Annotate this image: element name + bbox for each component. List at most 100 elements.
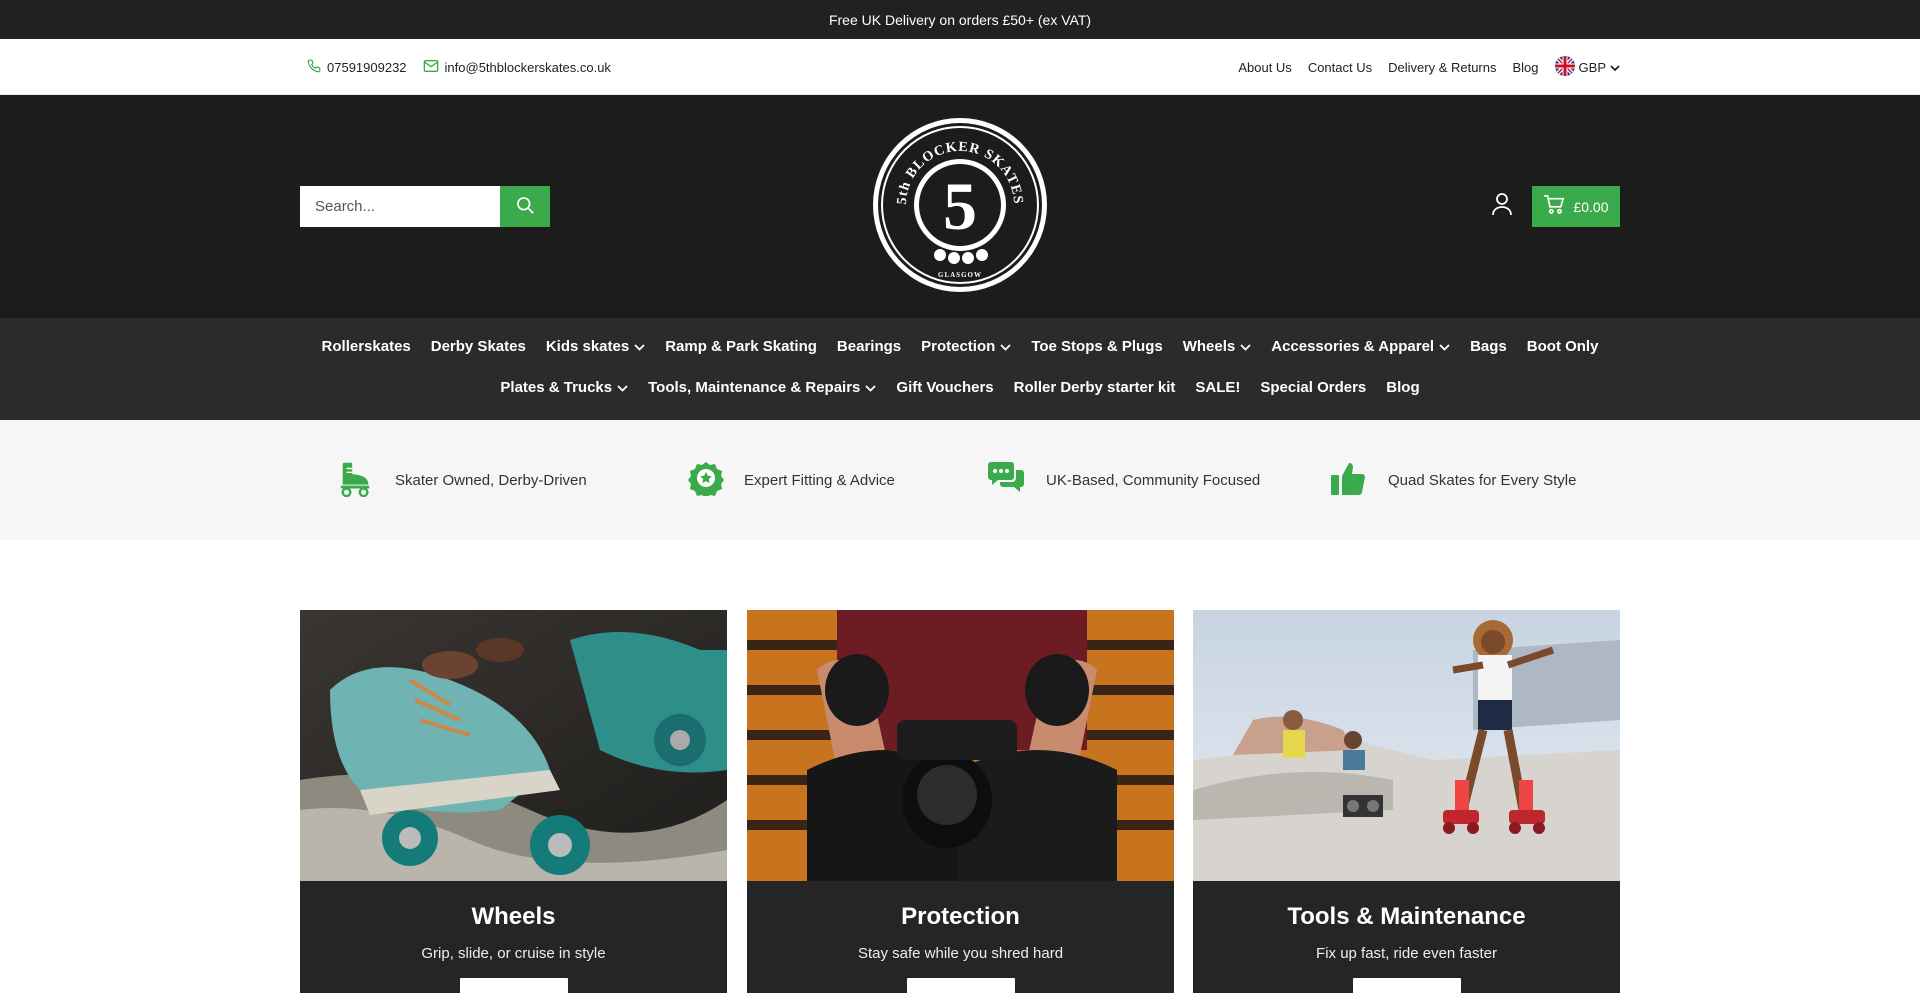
- shop-button[interactable]: [906, 978, 1015, 993]
- nav-item-gift-vouchers[interactable]: Gift Vouchers: [896, 379, 993, 396]
- svg-text:GLASGOW: GLASGOW: [938, 271, 982, 279]
- card-caption: Protection Stay safe while you shred har…: [747, 881, 1174, 993]
- nav-item-label: Special Orders: [1260, 379, 1367, 396]
- feature-text: Expert Fitting & Advice: [744, 471, 895, 489]
- category-card-wheels[interactable]: Wheels Grip, slide, or cruise in style: [300, 610, 727, 993]
- badge-star-icon: [688, 460, 724, 500]
- chevron-down-icon: [865, 379, 877, 396]
- nav-item-sale[interactable]: SALE!: [1195, 379, 1240, 396]
- announcement-bar: Free UK Delivery on orders £50+ (ex VAT): [0, 0, 1920, 39]
- nav-item-label: Toe Stops & Plugs: [1031, 338, 1163, 355]
- nav-item-tools-maintenance-repairs[interactable]: Tools, Maintenance & Repairs: [648, 379, 877, 396]
- nav-item-label: Accessories & Apparel: [1271, 338, 1435, 355]
- feature-item: Quad Skates for Every Style: [1330, 420, 1576, 540]
- nav-row-2: Plates & Trucks Tools, Maintenance & Repa…: [0, 379, 1920, 396]
- nav-item-label: Roller Derby starter kit: [1013, 379, 1176, 396]
- uk-flag-icon: [1554, 55, 1575, 79]
- card-title: Protection: [901, 903, 1020, 930]
- roller-skate-icon: [337, 459, 375, 501]
- phone-link[interactable]: 07591909232: [307, 59, 407, 76]
- chevron-down-icon: [634, 338, 645, 355]
- svg-text:5: 5: [943, 168, 977, 244]
- nav-item-special-orders[interactable]: Special Orders: [1260, 379, 1366, 396]
- search-icon: [515, 195, 535, 218]
- category-card-tools-maintenance[interactable]: Tools & Maintenance Fix up fast, ride ev…: [1193, 610, 1620, 993]
- nav-item-label: Bearings: [836, 338, 902, 355]
- main-header: 5th BLOCKER SKATES 5 GLASGOW £0.00: [0, 95, 1920, 318]
- main-nav: Rollerskates Derby Skates Kids skates Ramp …: [0, 318, 1920, 420]
- phone-icon: [307, 59, 321, 76]
- card-subtitle: Grip, slide, or cruise in style: [421, 945, 606, 962]
- account-button[interactable]: [1488, 191, 1516, 221]
- nav-item-roller-derby-starter-kit[interactable]: Roller Derby starter kit: [1014, 379, 1176, 396]
- delivery-returns-link[interactable]: Delivery & Returns: [1388, 60, 1496, 75]
- card-caption: Wheels Grip, slide, or cruise in style: [300, 881, 727, 993]
- phone-number: 07591909232: [327, 59, 407, 75]
- contact-us-link[interactable]: Contact Us: [1308, 60, 1372, 75]
- feature-item: Skater Owned, Derby-Driven: [337, 420, 587, 540]
- card-subtitle: Fix up fast, ride even faster: [1316, 945, 1497, 962]
- chevron-down-icon: [1000, 338, 1011, 355]
- chevron-down-icon: [1439, 338, 1450, 355]
- nav-item-bearings[interactable]: Bearings: [837, 338, 901, 355]
- nav-row-1: Rollerskates Derby Skates Kids skates Ramp …: [0, 338, 1920, 355]
- about-us-link[interactable]: About Us: [1238, 60, 1291, 75]
- chevron-down-icon: [1610, 60, 1620, 75]
- shop-button[interactable]: [459, 978, 568, 993]
- currency-selector[interactable]: GBP: [1554, 55, 1620, 79]
- nav-item-label: Tools, Maintenance & Repairs: [648, 379, 861, 396]
- feature-text: UK-Based, Community Focused: [1046, 471, 1261, 489]
- nav-item-label: Derby Skates: [430, 338, 526, 355]
- announcement-text: Free UK Delivery on orders £50+ (ex VAT): [828, 11, 1092, 28]
- search-button[interactable]: [500, 186, 550, 227]
- nav-item-rollerskates[interactable]: Rollerskates: [322, 338, 411, 355]
- nav-item-label: Rollerskates: [321, 338, 411, 355]
- site-logo[interactable]: 5th BLOCKER SKATES 5 GLASGOW: [872, 117, 1048, 293]
- nav-item-label: Kids skates: [545, 338, 630, 355]
- envelope-icon: [423, 59, 439, 76]
- nav-item-protection[interactable]: Protection: [921, 338, 1011, 355]
- nav-item-label: Protection: [921, 338, 996, 355]
- nav-item-plates-trucks[interactable]: Plates & Trucks: [500, 379, 628, 396]
- chevron-down-icon: [617, 379, 628, 396]
- thumbs-up-icon: [1330, 460, 1368, 500]
- nav-item-boot-only[interactable]: Boot Only: [1527, 338, 1599, 355]
- utility-links: About Us Contact Us Delivery & Returns B…: [1238, 39, 1620, 95]
- feature-text: Quad Skates for Every Style: [1388, 471, 1577, 489]
- nav-item-label: Wheels: [1182, 338, 1236, 355]
- nav-item-label: Blog: [1386, 379, 1420, 396]
- email-link[interactable]: info@5thblockerskates.co.uk: [423, 59, 611, 76]
- category-cards: Wheels Grip, slide, or cruise in style P…: [300, 610, 1620, 993]
- search-input[interactable]: [300, 186, 500, 227]
- nav-item-ramp-park-skating[interactable]: Ramp & Park Skating: [665, 338, 817, 355]
- shopping-cart-icon: [1543, 195, 1565, 218]
- card-title: Wheels: [471, 903, 556, 930]
- nav-item-label: Bags: [1470, 338, 1507, 355]
- nav-item-label: Boot Only: [1526, 338, 1599, 355]
- nav-item-derby-skates[interactable]: Derby Skates: [431, 338, 526, 355]
- nav-item-accessories-apparel[interactable]: Accessories & Apparel: [1271, 338, 1450, 355]
- contact-info: 07591909232 info@5thblockerskates.co.uk: [307, 39, 611, 95]
- utility-bar: 07591909232 info@5thblockerskates.co.uk …: [0, 39, 1920, 95]
- nav-item-toe-stops-plugs[interactable]: Toe Stops & Plugs: [1031, 338, 1162, 355]
- shop-button[interactable]: [1352, 978, 1461, 993]
- nav-item-wheels[interactable]: Wheels: [1183, 338, 1252, 355]
- email-address: info@5thblockerskates.co.uk: [444, 59, 611, 75]
- nav-item-kids-skates[interactable]: Kids skates: [546, 338, 645, 355]
- blog-utility-link[interactable]: Blog: [1513, 60, 1539, 75]
- nav-item-bags[interactable]: Bags: [1470, 338, 1507, 355]
- protection-image: [747, 610, 1174, 881]
- category-card-protection[interactable]: Protection Stay safe while you shred har…: [747, 610, 1174, 993]
- cart-button[interactable]: £0.00: [1532, 186, 1620, 227]
- feature-text: Skater Owned, Derby-Driven: [395, 471, 587, 489]
- nav-item-label: SALE!: [1195, 379, 1241, 396]
- card-title: Tools & Maintenance: [1287, 903, 1526, 930]
- tools-maintenance-image: [1193, 610, 1620, 881]
- card-caption: Tools & Maintenance Fix up fast, ride ev…: [1193, 881, 1620, 993]
- nav-item-blog[interactable]: Blog: [1386, 379, 1419, 396]
- card-subtitle: Stay safe while you shred hard: [857, 945, 1064, 962]
- chevron-down-icon: [1240, 338, 1251, 355]
- search-form: [300, 186, 550, 227]
- user-icon: [1491, 192, 1513, 221]
- currency-code: GBP: [1578, 59, 1606, 75]
